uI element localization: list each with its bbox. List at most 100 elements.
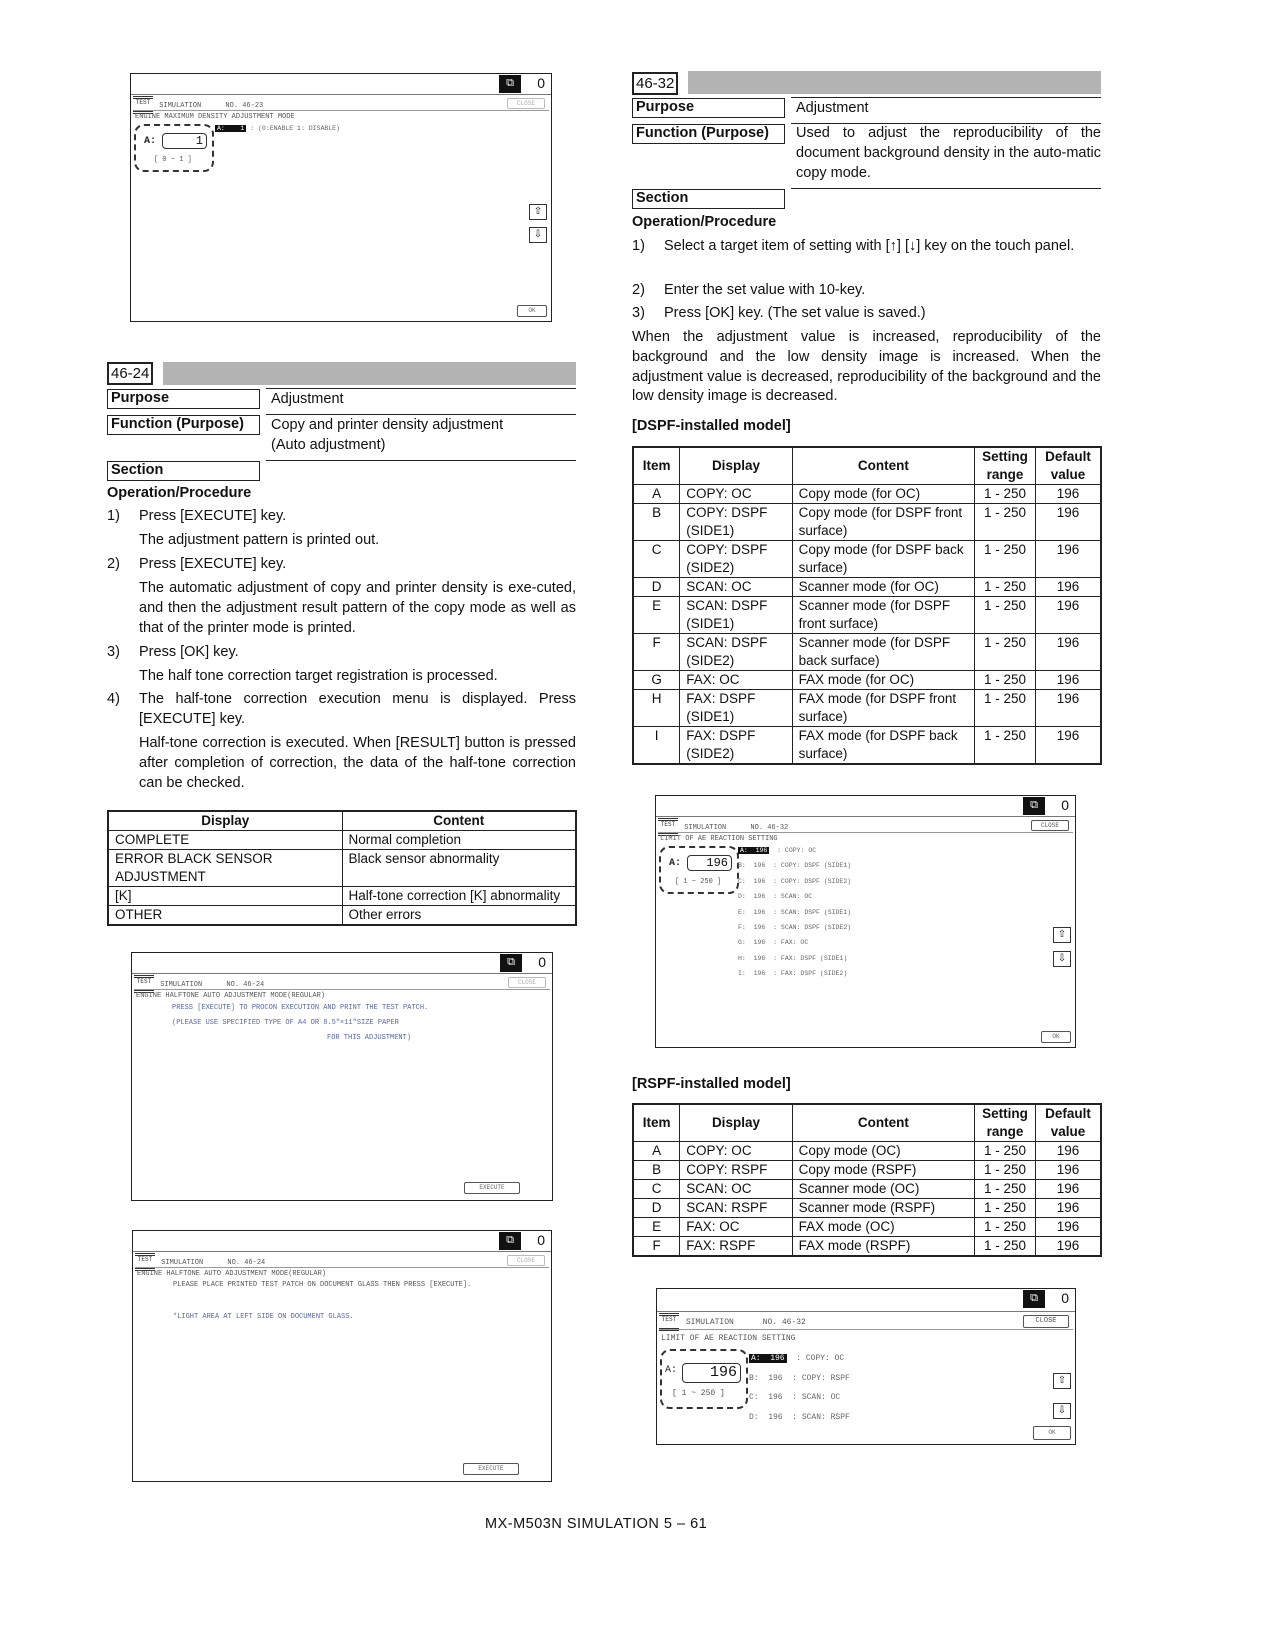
section-label: Section	[632, 189, 785, 209]
setting-row[interactable]: H: 196 : FAX: DSPF (SIDE1)	[738, 955, 847, 962]
setting-row[interactable]: C: 196 : COPY: DSPF (SIDE2)	[738, 878, 851, 885]
job-count: 0	[537, 75, 545, 91]
table-cell: Copy mode (for DSPF front surface)	[791, 503, 976, 541]
row-key: B: 196	[738, 862, 766, 870]
scroll-up-button[interactable]: ⇧	[1053, 1373, 1071, 1389]
adjustment-note: When the adjustment value is increased, …	[632, 329, 1101, 405]
input-range: [ 1 ~ 250 ]	[675, 878, 722, 886]
step-note: The adjustment pattern is printed out.	[139, 532, 380, 548]
table-cell: 1 - 250	[974, 577, 1036, 597]
table-cell: 196	[1034, 1160, 1102, 1180]
row-desc: : COPY: RSPF	[782, 1373, 850, 1383]
table-cell: 196	[1034, 1236, 1102, 1257]
step-text: Press [EXECUTE] key.	[139, 556, 287, 572]
table-cell: 196	[1034, 670, 1102, 690]
row-desc: : SCAN: OC	[782, 1393, 841, 1402]
table-row: I FAX: DSPF (SIDE2) FAX mode (for DSPF bac…	[632, 726, 1102, 765]
setting-row[interactable]: I: 196 : FAX: DSPF (SIDE2)	[738, 970, 847, 977]
setting-row[interactable]: C: 196 : SCAN: OC	[749, 1393, 840, 1402]
column-header: Content	[791, 446, 976, 485]
mode-label: ENGINE MAXIMUM DENSITY ADJUSTMENT MODE	[135, 113, 295, 121]
value-input[interactable]: 1	[162, 133, 207, 149]
value-input[interactable]: 196	[682, 1363, 741, 1383]
ok-button[interactable]: OK	[1041, 1031, 1071, 1043]
scroll-up-button[interactable]: ⇧	[529, 204, 547, 220]
scroll-down-button[interactable]: ⇩	[1053, 951, 1071, 967]
table-cell: F	[632, 633, 681, 671]
sim-number: NO. 46-23	[225, 101, 264, 110]
copy-job-icon[interactable]: ⧉	[1023, 1290, 1045, 1308]
scroll-down-button[interactable]: ⇩	[1053, 1403, 1071, 1419]
table-cell: E	[632, 596, 681, 634]
setting-row[interactable]: A: 196 : COPY: OC	[738, 847, 816, 854]
column-header: Item	[632, 446, 681, 485]
table-cell: Scanner mode (for DSPF back surface)	[791, 633, 976, 671]
row-desc: : SCAN: RSPF	[782, 1412, 850, 1422]
close-button[interactable]: CLOSE	[1031, 820, 1069, 831]
table-cell: C	[632, 540, 681, 578]
mode-label: LIMIT OF AE REACTION SETTING	[661, 1334, 796, 1343]
ok-button[interactable]: OK	[517, 305, 547, 317]
scroll-down-button[interactable]: ⇩	[529, 227, 547, 243]
setting-row[interactable]: A: 196 : COPY: OC	[749, 1354, 844, 1363]
table-cell: FAX: OC	[679, 1217, 793, 1237]
scroll-up-button[interactable]: ⇧	[1053, 927, 1071, 943]
purpose-label: Purpose	[632, 98, 785, 118]
table-cell: Scanner mode (for DSPF front surface)	[791, 596, 976, 634]
setting-row[interactable]: E: 196 : SCAN: DSPF (SIDE1)	[738, 909, 851, 916]
table-cell: Copy mode (for DSPF back surface)	[791, 540, 976, 578]
table-row: H FAX: DSPF (SIDE1) FAX mode (for DSPF fro…	[632, 689, 1102, 727]
setting-row[interactable]: D: 196 : SCAN: OC	[738, 893, 812, 900]
table-cell: 196	[1034, 540, 1102, 578]
row-key: B: 196	[749, 1373, 783, 1383]
table-row: G FAX: OC FAX mode (for OC) 1 - 250 196	[632, 670, 1102, 690]
setting-row[interactable]: A: 1 : (0:ENABLE 1: DISABLE)	[215, 125, 340, 132]
table-header-row: Item Display Content Setting range Default v…	[632, 1103, 1102, 1142]
page-footer: MX-M503N SIMULATION 5 – 61	[485, 1516, 708, 1532]
sim-screen-46-23: ⧉ 0 TEST SIMULATION NO. 46-23 CLOSE ENGI…	[130, 73, 552, 322]
setting-row[interactable]: F: 196 : SCAN: DSPF (SIDE2)	[738, 924, 851, 931]
function-label: Function (Purpose)	[632, 124, 785, 144]
setting-row[interactable]: B: 196 : COPY: RSPF	[749, 1374, 850, 1383]
table-row: [K] Half-tone correction [K] abnormality	[107, 886, 577, 906]
close-button[interactable]: CLOSE	[1023, 1315, 1069, 1328]
input-range: [ 1 ~ 250 ]	[672, 1389, 725, 1398]
screen-header: TEST SIMULATION NO. 46-32 CLOSE	[659, 1313, 1073, 1331]
close-button[interactable]: CLOSE	[508, 977, 546, 988]
close-button[interactable]: CLOSE	[507, 1255, 545, 1266]
step-text: Press [OK] key. (The set value is saved.…	[664, 305, 926, 321]
setting-row[interactable]: G: 196 : FAX: OC	[738, 939, 808, 946]
dspf-table: Item Display Content Setting range Default v…	[632, 446, 1102, 765]
column-header: Item	[632, 1103, 681, 1142]
copy-job-icon[interactable]: ⧉	[499, 75, 521, 93]
value-input[interactable]: 196	[687, 855, 732, 871]
table-row: C COPY: DSPF (SIDE2) Copy mode (for DSPF b…	[632, 540, 1102, 578]
copy-job-icon[interactable]: ⧉	[499, 1232, 521, 1250]
table-cell: A	[632, 484, 681, 504]
close-button[interactable]: CLOSE	[507, 98, 545, 109]
table-cell: FAX: RSPF	[679, 1236, 793, 1257]
copy-job-icon[interactable]: ⧉	[500, 954, 522, 972]
row-key: A: 196	[749, 1354, 787, 1363]
execute-button[interactable]: EXECUTE	[464, 1182, 520, 1194]
table-row: E FAX: OC FAX mode (OC) 1 - 250 196	[632, 1217, 1102, 1237]
job-count: 0	[1061, 797, 1069, 813]
sim-screen-46-24-scan: ⧉ 0 TEST SIMULATION NO. 46-24 CLOSE ENGI…	[132, 1230, 552, 1482]
screen-topbar: ⧉ 0	[133, 1231, 551, 1252]
table-cell: COPY: OC	[679, 484, 793, 504]
row-key: F: 196	[738, 924, 766, 931]
table-cell: SCAN: DSPF (SIDE1)	[679, 596, 793, 634]
copy-job-icon[interactable]: ⧉	[1023, 797, 1045, 815]
table-cell: 196	[1034, 1141, 1102, 1161]
table-cell: FAX mode (RSPF)	[791, 1236, 976, 1257]
col-display: Display	[107, 810, 343, 831]
execute-button[interactable]: EXECUTE	[463, 1463, 519, 1475]
screen-topbar: ⧉ 0	[132, 953, 552, 974]
row-desc: : SCAN: DSPF (SIDE1)	[765, 908, 852, 916]
ok-button[interactable]: OK	[1033, 1426, 1071, 1440]
table-cell: G	[632, 670, 681, 690]
step-text: Select a target item of setting with [↑]…	[664, 238, 1075, 254]
purpose-value: Adjustment	[271, 391, 344, 407]
setting-row[interactable]: D: 196 : SCAN: RSPF	[749, 1413, 850, 1422]
setting-row[interactable]: B: 196 : COPY: DSPF (SIDE1)	[738, 862, 851, 869]
